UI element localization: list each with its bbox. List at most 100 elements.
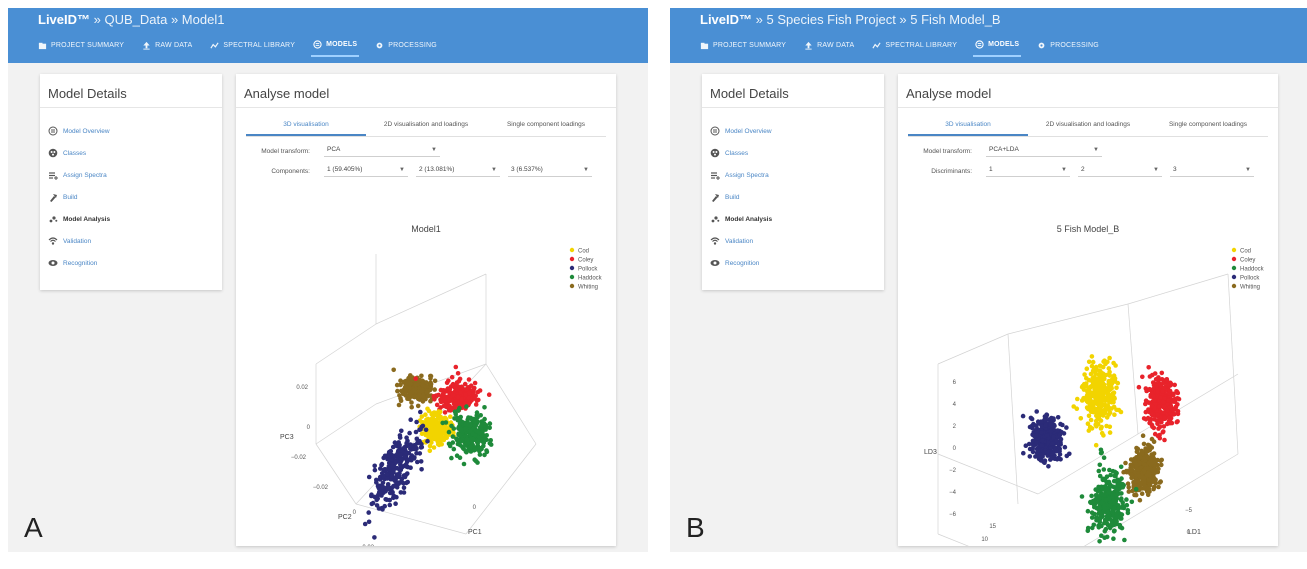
legend-swatch [569, 247, 575, 253]
breadcrumb-path[interactable]: » 5 Species Fish Project » 5 Fish Model_… [756, 12, 1001, 27]
nav-raw-data[interactable]: RAW DATA [802, 38, 856, 57]
line-chart-icon [872, 42, 881, 49]
tick-label: 0.02 [296, 385, 308, 391]
breadcrumb-path[interactable]: » QUB_Data » Model1 [94, 12, 225, 27]
sidebar-item-classes[interactable]: Classes [48, 142, 222, 164]
tick-label: 4 [953, 402, 957, 408]
data-point [472, 419, 478, 424]
data-point [1107, 430, 1113, 435]
sidebar-item-assign-spectra[interactable]: Assign Spectra [710, 164, 884, 186]
data-point [450, 393, 456, 398]
data-point [477, 430, 482, 436]
legend-label: Coley [578, 258, 593, 264]
chart-title: 5 Fish Model_B [1057, 224, 1120, 234]
data-point [1109, 399, 1114, 405]
data-point [1102, 528, 1108, 534]
tab-1[interactable]: 2D visualisation and loadings [366, 118, 486, 136]
data-point [466, 377, 472, 382]
data-point [1036, 448, 1041, 453]
data-point [450, 440, 456, 445]
sidebar-item-validation[interactable]: Validation [48, 230, 222, 252]
data-point [1086, 386, 1091, 392]
data-point [446, 429, 452, 435]
component-select-3[interactable]: 3 (6.537%) ▼ [508, 165, 592, 177]
app-brand[interactable]: LiveID™ [38, 12, 90, 27]
data-point [1172, 382, 1177, 388]
data-point [1155, 421, 1160, 426]
sidebar-item-model-overview[interactable]: Model Overview [710, 120, 884, 142]
tab-2[interactable]: Single component loadings [1148, 118, 1268, 136]
tab-2[interactable]: Single component loadings [486, 118, 606, 136]
data-point [1114, 385, 1119, 391]
data-point [1030, 446, 1035, 452]
data-point [1029, 416, 1035, 422]
data-point [448, 414, 453, 419]
data-point [1155, 412, 1160, 418]
data-point [417, 377, 423, 383]
sidebar-item-build[interactable]: Build [710, 186, 884, 208]
nav-label: PROCESSING [388, 42, 437, 49]
data-point [468, 383, 474, 388]
nav-models[interactable]: MODELS [311, 38, 360, 57]
component-select-3[interactable]: 3 ▼ [1170, 165, 1254, 177]
component-select-2[interactable]: 2 (13.081%) ▼ [416, 165, 500, 177]
tab-0[interactable]: 3D visualisation [908, 118, 1028, 136]
nav-models[interactable]: MODELS [973, 38, 1022, 57]
sidebar-item-classes[interactable]: Classes [710, 142, 884, 164]
data-point [1096, 504, 1102, 510]
data-point [1143, 417, 1149, 422]
data-point [1096, 415, 1102, 421]
data-point [398, 398, 404, 403]
data-point [1124, 497, 1129, 502]
data-point [1155, 433, 1161, 439]
sidebar-item-model-analysis[interactable]: Model Analysis [710, 208, 884, 230]
data-point [1129, 467, 1134, 473]
tab-1[interactable]: 2D visualisation and loadings [1028, 118, 1148, 136]
data-point [1145, 399, 1150, 405]
data-point [366, 510, 371, 515]
sidebar-item-model-analysis[interactable]: Model Analysis [48, 208, 222, 230]
components-label: Discriminants: [931, 167, 972, 175]
data-point [1100, 373, 1106, 378]
nav-project-summary[interactable]: PROJECT SUMMARY [36, 38, 126, 57]
tab-0[interactable]: 3D visualisation [246, 118, 366, 136]
sidebar-item-assign-spectra[interactable]: Assign Spectra [48, 164, 222, 186]
data-point [399, 428, 404, 434]
component-select-1[interactable]: 1 (59.405%) ▼ [324, 165, 408, 177]
sidebar-item-model-overview[interactable]: Model Overview [48, 120, 222, 142]
scatter-3d-chart[interactable]: 5 Fish Model_B Cod Coley Haddock Pollock Whit… [898, 214, 1278, 546]
nav-project-summary[interactable]: PROJECT SUMMARY [698, 38, 788, 57]
data-point [1102, 503, 1107, 509]
sidebar-item-validation[interactable]: Validation [710, 230, 884, 252]
sidebar-item-build[interactable]: Build [48, 186, 222, 208]
data-point [1089, 392, 1095, 397]
top-nav: PROJECT SUMMARY RAW DATA SPECTRAL LIBRARY M… [698, 38, 1101, 57]
data-point [1089, 409, 1094, 414]
scatter-3d-chart[interactable]: Model1 Cod Coley Pollock Haddock Whiting 0.02 0… [236, 214, 616, 546]
nav-processing[interactable]: PROCESSING [1035, 38, 1101, 57]
component-select-2[interactable]: 2 ▼ [1078, 165, 1162, 177]
tick-label: −0.02 [313, 485, 329, 491]
data-point [1043, 422, 1048, 428]
nav-spectral-library[interactable]: SPECTRAL LIBRARY [870, 38, 959, 57]
cluster-pollock [1020, 409, 1072, 469]
nav-spectral-library[interactable]: SPECTRAL LIBRARY [208, 38, 297, 57]
data-point [401, 480, 406, 486]
nav-processing[interactable]: PROCESSING [373, 38, 439, 57]
sidebar-item-recognition[interactable]: Recognition [48, 252, 222, 274]
data-point [381, 467, 386, 473]
data-point [1048, 422, 1053, 428]
data-point [432, 387, 437, 392]
app-brand[interactable]: LiveID™ [700, 12, 752, 27]
model-transform-select[interactable]: PCA ▼ [324, 145, 440, 157]
data-point [465, 419, 470, 425]
tick-label: 0 [307, 425, 311, 431]
data-point [1162, 415, 1167, 421]
model-transform-select[interactable]: PCA+LDA ▼ [986, 145, 1102, 157]
component-select-1[interactable]: 1 ▼ [986, 165, 1070, 177]
breadcrumb: LiveID™ » 5 Species Fish Project » 5 Fis… [700, 12, 1001, 27]
data-point [428, 373, 434, 379]
data-point [392, 440, 398, 445]
nav-raw-data[interactable]: RAW DATA [140, 38, 194, 57]
sidebar-item-recognition[interactable]: Recognition [710, 252, 884, 274]
